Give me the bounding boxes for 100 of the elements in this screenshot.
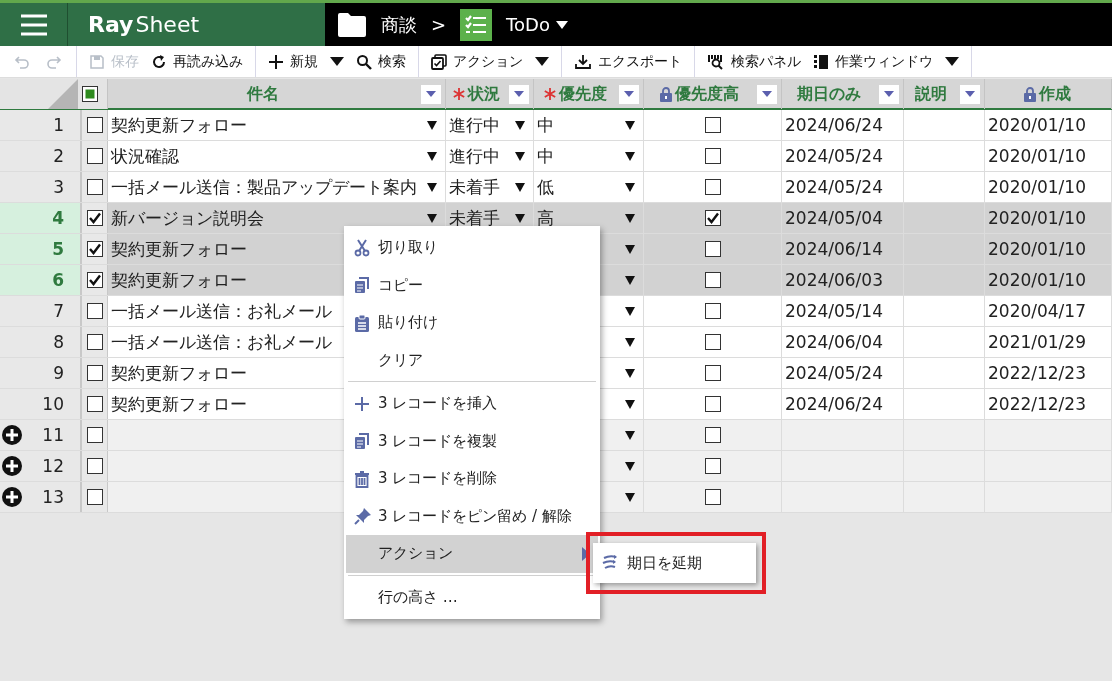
toolbar-button[interactable]: 再読み込み <box>147 50 247 73</box>
dropdown-arrow-icon[interactable] <box>625 431 635 440</box>
checkbox[interactable] <box>704 241 721 257</box>
dropdown-arrow-icon[interactable] <box>427 152 437 161</box>
checked-checkbox[interactable] <box>86 272 103 288</box>
checkbox[interactable] <box>86 365 103 381</box>
toolbar-button[interactable]: アクション <box>427 50 527 73</box>
dropdown-arrow-icon[interactable] <box>515 214 525 223</box>
column-header[interactable]: 件名 <box>247 83 279 105</box>
filter-button[interactable] <box>757 84 777 104</box>
dropdown-arrow-icon[interactable] <box>427 121 437 130</box>
table-cell: 2022/12/23 <box>988 363 1086 383</box>
caret-icon[interactable] <box>945 57 959 66</box>
checkbox[interactable] <box>86 396 103 412</box>
column-header[interactable]: 作成 <box>1038 83 1071 105</box>
toolbar-button[interactable]: 検索 <box>352 50 410 73</box>
column-header[interactable]: 優先度高 <box>674 83 739 105</box>
add-row-icon[interactable] <box>2 425 22 445</box>
caret-icon[interactable] <box>555 20 568 29</box>
filter-button[interactable] <box>619 84 639 104</box>
checkbox[interactable] <box>86 303 103 319</box>
menu-button[interactable] <box>0 3 68 46</box>
copy-icon <box>354 432 370 451</box>
dropdown-arrow-icon[interactable] <box>625 400 635 409</box>
column-header[interactable]: 優先度 <box>558 83 607 105</box>
menu-item[interactable]: 3 レコードを削除 <box>346 460 598 498</box>
filter-button[interactable] <box>960 84 980 104</box>
breadcrumb-item[interactable]: 商談 <box>381 12 417 37</box>
checkbox[interactable] <box>704 117 721 133</box>
caret-icon <box>965 91 975 97</box>
checkbox[interactable] <box>704 489 721 505</box>
dropdown-arrow-icon[interactable] <box>427 183 437 192</box>
checked-checkbox[interactable] <box>86 241 103 257</box>
checkbox[interactable] <box>704 427 721 443</box>
menu-item[interactable]: アクション <box>346 535 598 573</box>
dropdown-arrow-icon[interactable] <box>625 462 635 471</box>
checked-checkbox[interactable] <box>704 210 721 226</box>
toolbar-button[interactable]: エクスポート <box>570 50 686 73</box>
checkbox[interactable] <box>86 427 103 443</box>
add-row-icon[interactable] <box>2 487 22 507</box>
menu-item[interactable]: 期日を延期 <box>593 543 756 583</box>
filter-button[interactable] <box>879 84 899 104</box>
plus-icon <box>354 395 370 412</box>
column-header[interactable]: 状況 <box>467 83 500 105</box>
menu-item[interactable]: 3 レコードをピン留め / 解除 <box>346 497 598 535</box>
column-header[interactable]: 説明 <box>914 83 947 105</box>
checkbox[interactable] <box>704 179 721 195</box>
add-row-icon[interactable] <box>2 456 22 476</box>
checkbox[interactable] <box>86 117 103 133</box>
dropdown-arrow-icon[interactable] <box>515 152 525 161</box>
menu-item[interactable]: 3 レコードを複製 <box>346 422 598 460</box>
checkbox[interactable] <box>704 303 721 319</box>
dropdown-arrow-icon[interactable] <box>625 307 635 316</box>
menu-icon <box>18 12 49 37</box>
breadcrumb-item[interactable]: ToDo <box>506 14 550 35</box>
menu-item[interactable]: 切り取り <box>346 229 598 267</box>
checkbox[interactable] <box>704 334 721 350</box>
dropdown-arrow-icon[interactable] <box>515 121 525 130</box>
checked-checkbox[interactable] <box>86 210 103 226</box>
dropdown-arrow-icon[interactable] <box>625 493 635 502</box>
filter-button[interactable] <box>509 84 529 104</box>
menu-item[interactable]: クリア <box>346 341 598 379</box>
checkbox[interactable] <box>704 396 721 412</box>
checkbox[interactable] <box>86 458 103 474</box>
checkbox[interactable] <box>86 179 103 195</box>
table-cell: 未着手 <box>449 206 500 230</box>
dropdown-arrow-icon[interactable] <box>625 338 635 347</box>
toolbar-button[interactable]: 検索パネル <box>703 50 805 73</box>
dropdown-arrow-icon[interactable] <box>427 214 437 223</box>
caret-icon[interactable] <box>330 57 344 66</box>
dropdown-arrow-icon[interactable] <box>625 369 635 378</box>
caret-icon[interactable] <box>535 57 549 66</box>
select-all-checkbox[interactable] <box>82 86 98 102</box>
dropdown-arrow-icon[interactable] <box>625 152 635 161</box>
checkbox[interactable] <box>704 272 721 288</box>
row-number: 8 <box>53 332 64 352</box>
checkbox[interactable] <box>704 365 721 381</box>
checkbox[interactable] <box>86 489 103 505</box>
menu-item[interactable]: コピー <box>346 266 598 304</box>
dropdown-arrow-icon[interactable] <box>625 245 635 254</box>
dropdown-arrow-icon[interactable] <box>625 214 635 223</box>
dropdown-arrow-icon[interactable] <box>625 183 635 192</box>
toolbar-button[interactable]: 新規 <box>264 50 322 73</box>
checkbox[interactable] <box>704 458 721 474</box>
dropdown-arrow-icon[interactable] <box>515 183 525 192</box>
checkbox[interactable] <box>86 334 103 350</box>
filter-button[interactable] <box>421 84 441 104</box>
menu-item[interactable]: 貼り付け <box>346 304 598 342</box>
checkbox[interactable] <box>86 148 103 164</box>
toolbar-button[interactable]: 作業ウィンドウ <box>809 50 937 73</box>
menu-item[interactable]: 3 レコードを挿入 <box>346 385 598 423</box>
dropdown-arrow-icon[interactable] <box>625 121 635 130</box>
table-cell: 進行中 <box>449 113 500 137</box>
checkbox[interactable] <box>704 148 721 164</box>
dropdown-arrow-icon[interactable] <box>625 276 635 285</box>
breadcrumb-item[interactable]: > <box>431 14 447 35</box>
column-header[interactable]: 期日のみ <box>797 83 861 105</box>
table-cell: 状況確認 <box>111 144 179 168</box>
table-cell: 2020/01/10 <box>988 177 1086 197</box>
caret-icon <box>624 91 634 97</box>
